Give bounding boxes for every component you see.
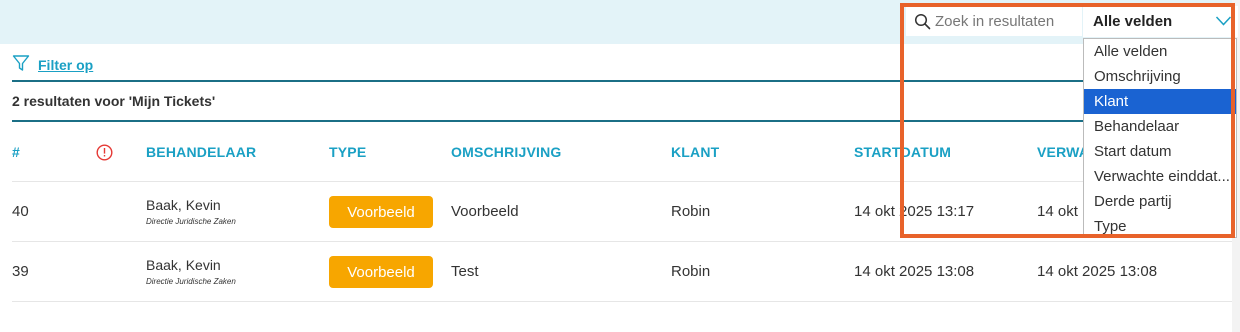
dropdown-option-behandelaar[interactable]: Behandelaar (1084, 114, 1236, 139)
type-badge: Voorbeeld (329, 256, 433, 288)
search-icon (914, 13, 931, 30)
search-field-dropdown: Alle velden Omschrijving Klant Behandela… (1083, 38, 1237, 238)
filter-icon[interactable] (12, 54, 30, 77)
dropdown-option-verwachte-einddatum[interactable]: Verwachte einddat... (1084, 164, 1236, 189)
startdatum-cell: 14 okt 2025 13:08 (854, 263, 975, 280)
search-field-value: Alle velden (1093, 13, 1173, 30)
dropdown-option-klant[interactable]: Klant (1084, 89, 1236, 114)
column-header-klant[interactable]: KLANT (671, 144, 719, 160)
behandelaar-department: Directie Juridische Zaken (146, 217, 236, 226)
divider-results (12, 120, 1232, 122)
omschrijving-cell: Test (451, 263, 479, 280)
priority-alert-icon[interactable] (96, 144, 113, 164)
behandelaar-name: Baak, Kevin (146, 257, 221, 273)
dropdown-option-alle-velden[interactable]: Alle velden (1084, 39, 1236, 64)
column-header-verwachte[interactable]: VERWA (1037, 144, 1089, 160)
dropdown-option-start-datum[interactable]: Start datum (1084, 139, 1236, 164)
search-field-select[interactable]: Alle velden (1083, 6, 1238, 37)
table-row[interactable]: 39 Baak, Kevin Directie Juridische Zaken… (12, 242, 1232, 302)
column-header-omschrijving[interactable]: OMSCHRIJVING (451, 144, 562, 160)
startdatum-cell: 14 okt 2025 13:17 (854, 203, 975, 220)
filter-link[interactable]: Filter op (38, 57, 93, 73)
dropdown-option-type[interactable]: Type (1084, 214, 1236, 239)
dropdown-option-derde-partij[interactable]: Derde partij (1084, 189, 1236, 214)
klant-cell: Robin (671, 263, 711, 280)
column-header-startdatum[interactable]: STARTDATUM (854, 144, 951, 160)
verwachte-cell: 14 okt 2025 13:08 (1037, 263, 1158, 280)
search-input[interactable] (935, 12, 1081, 30)
column-header-behandelaar[interactable]: BEHANDELAAR (146, 144, 256, 160)
ticket-number: 40 (12, 203, 29, 220)
column-header-type[interactable]: TYPE (329, 144, 366, 160)
column-header-number[interactable]: # (12, 144, 20, 160)
verwachte-cell: 14 okt (1037, 203, 1078, 220)
behandelaar-name: Baak, Kevin (146, 197, 221, 213)
type-badge: Voorbeeld (329, 196, 433, 228)
klant-cell: Robin (671, 203, 711, 220)
search-box (906, 6, 1082, 36)
divider-top (12, 80, 1232, 82)
results-title: 2 resultaten voor 'Mijn Tickets' (12, 93, 216, 109)
behandelaar-department: Directie Juridische Zaken (146, 277, 236, 286)
chevron-down-icon[interactable] (1215, 15, 1232, 27)
dropdown-option-omschrijving[interactable]: Omschrijving (1084, 64, 1236, 89)
ticket-number: 39 (12, 263, 29, 280)
omschrijving-cell: Voorbeeld (451, 203, 519, 220)
filter-row: Filter op (12, 54, 93, 76)
table-row[interactable]: 40 Baak, Kevin Directie Juridische Zaken… (12, 182, 1232, 242)
